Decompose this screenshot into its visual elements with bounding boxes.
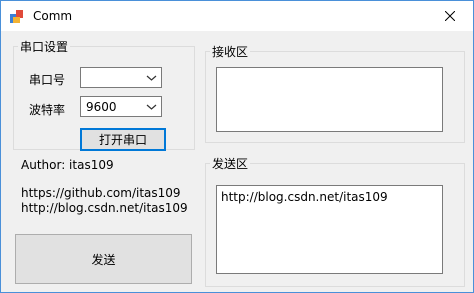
app-icon <box>10 10 23 23</box>
baud-select[interactable]: 9600 <box>80 96 162 117</box>
send-text: http://blog.csdn.net/itas109 <box>221 190 388 204</box>
open-port-button[interactable]: 打开串口 <box>80 128 166 151</box>
baud-select-value: 9600 <box>86 100 117 114</box>
chevron-down-icon <box>146 104 157 110</box>
chevron-down-icon <box>146 75 157 81</box>
send-textarea[interactable]: http://blog.csdn.net/itas109 <box>216 185 443 274</box>
receive-legend: 接收区 <box>212 45 249 59</box>
receive-textarea[interactable] <box>216 67 443 132</box>
port-select[interactable] <box>80 67 162 88</box>
window-title: Comm <box>33 9 73 23</box>
serial-settings-legend: 串口设置 <box>20 40 69 54</box>
client-area: 串口设置 串口号 波特率 9600 打开串口 Author: itas109 h… <box>1 31 473 292</box>
blog-link-text: http://blog.csdn.net/itas109 <box>21 201 188 215</box>
baud-label: 波特率 <box>29 103 66 117</box>
app-window: Comm 串口设置 串口号 波特率 9600 打开串口 Author: itas… <box>0 0 474 293</box>
github-link-text: https://github.com/itas109 <box>21 186 181 200</box>
title-bar: Comm <box>1 1 473 31</box>
send-legend: 发送区 <box>212 157 249 171</box>
author-text: Author: itas109 <box>21 158 114 172</box>
send-button[interactable]: 发送 <box>15 234 192 284</box>
close-icon <box>445 11 455 21</box>
close-button[interactable] <box>427 1 473 31</box>
port-label: 串口号 <box>29 73 66 87</box>
